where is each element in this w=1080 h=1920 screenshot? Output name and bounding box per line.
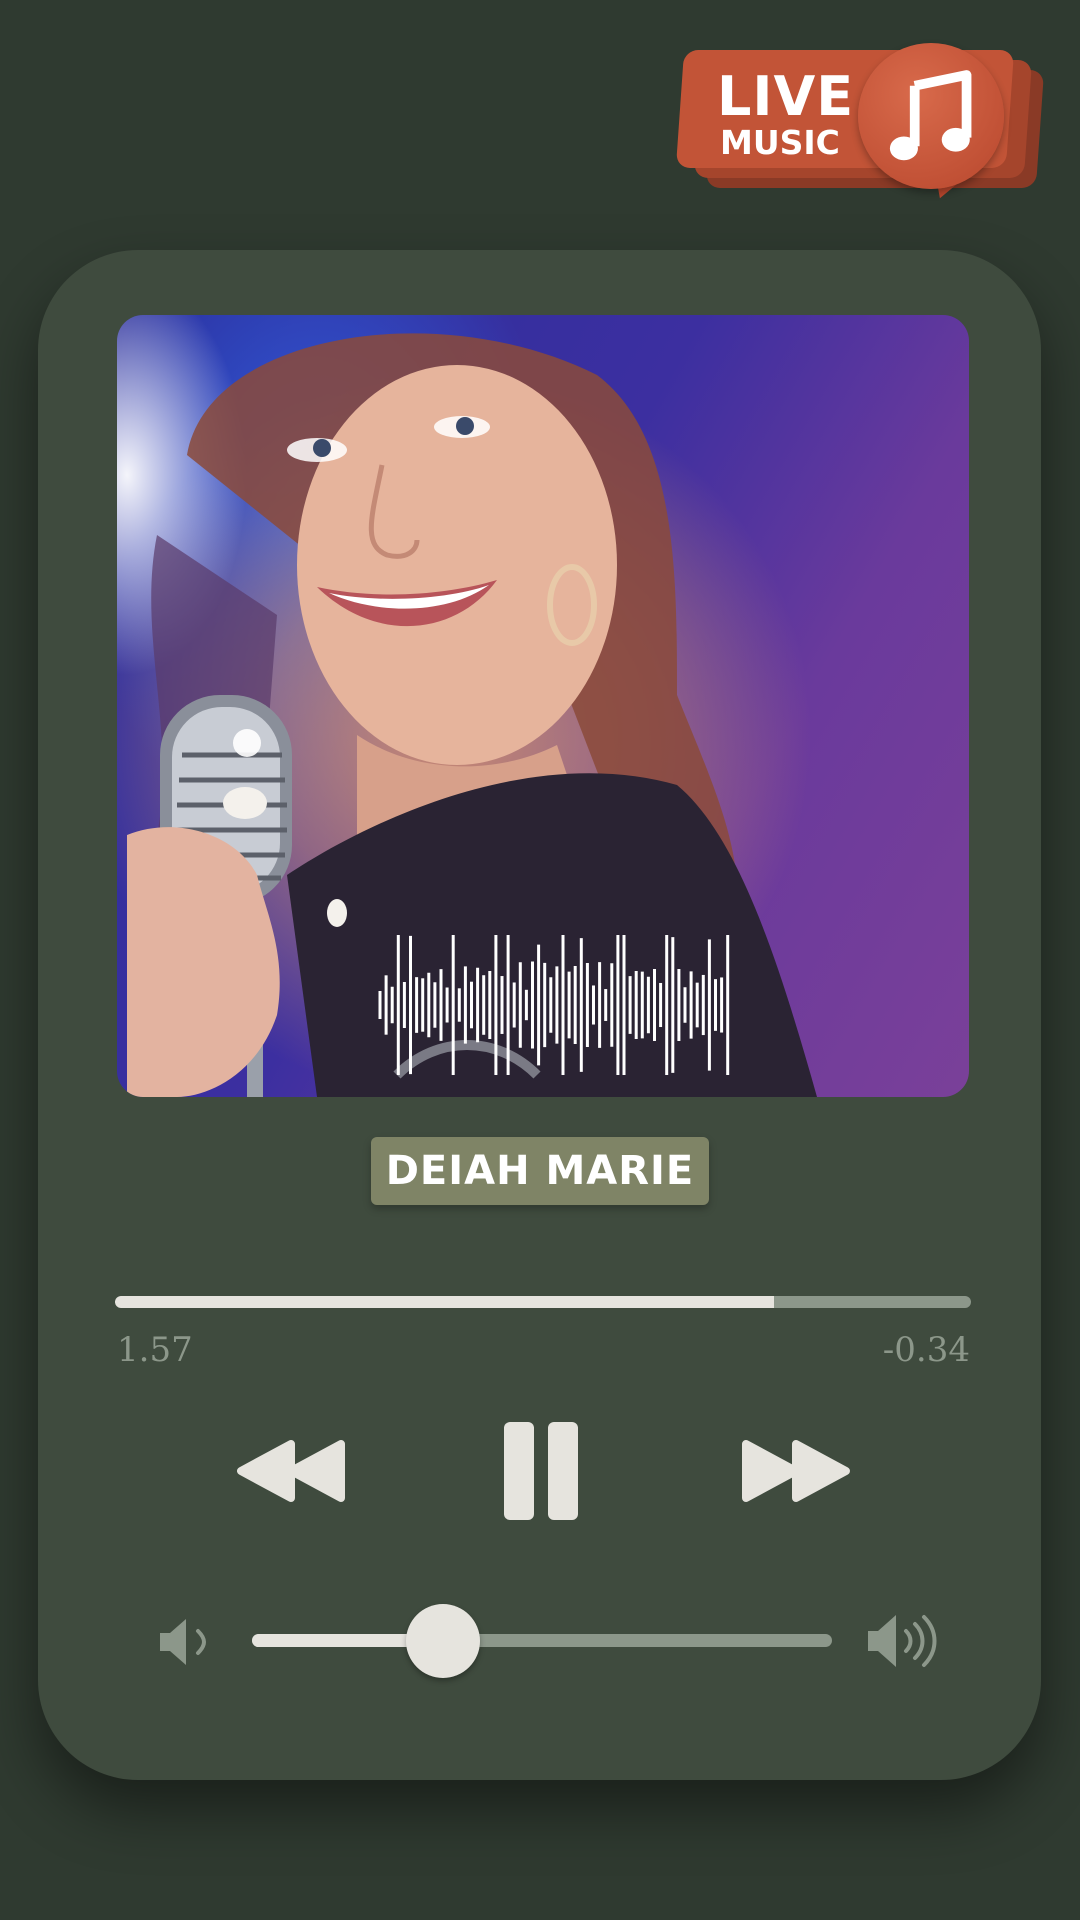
- rewind-icon[interactable]: [235, 1438, 347, 1504]
- stage: LIVE MUSIC DEIAH MARIE 1.57 -0.34: [0, 0, 1080, 1920]
- badge-live-text: LIVE: [717, 65, 855, 128]
- music-note-icon: [889, 70, 972, 161]
- volume-high-icon[interactable]: [866, 1613, 940, 1669]
- volume-slider[interactable]: [252, 1604, 832, 1678]
- progress-bar[interactable]: [115, 1296, 971, 1308]
- pause-icon[interactable]: [502, 1420, 580, 1522]
- badge-music-text: MUSIC: [720, 123, 840, 162]
- live-music-badge: LIVE MUSIC: [675, 40, 1050, 205]
- artist-photo: [117, 315, 969, 1097]
- progress-fill: [115, 1296, 775, 1308]
- photo-illustration: [127, 333, 817, 1097]
- remaining-time: -0.34: [882, 1330, 970, 1370]
- elapsed-time: 1.57: [117, 1330, 193, 1370]
- volume-low-icon[interactable]: [158, 1617, 210, 1667]
- fast-forward-icon[interactable]: [740, 1438, 852, 1504]
- volume-knob[interactable]: [406, 1604, 481, 1678]
- artist-name-label: DEIAH MARIE: [371, 1137, 709, 1205]
